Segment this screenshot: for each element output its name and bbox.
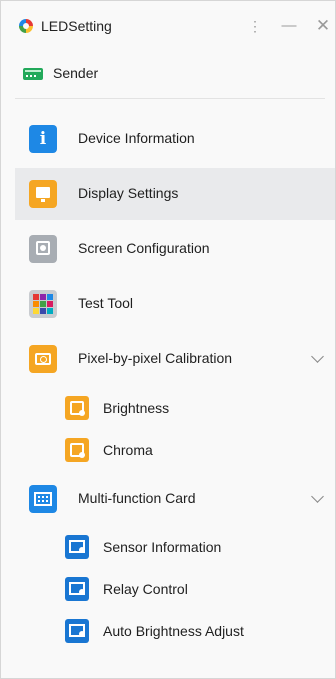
submenu-item-chroma[interactable]: Chroma (15, 430, 335, 470)
menu-item-label: Test Tool (78, 295, 133, 311)
more-options-button[interactable]: ⋮ (243, 14, 267, 38)
auto-brightness-icon (65, 619, 89, 643)
submenu-item-label: Chroma (103, 442, 153, 458)
app-title: LEDSetting (41, 18, 112, 34)
submenu-item-auto-brightness-adjust[interactable]: Auto Brightness Adjust (15, 611, 335, 651)
relay-icon (65, 577, 89, 601)
menu-item-label: Multi-function Card (78, 490, 196, 506)
menu-item-display-settings[interactable]: Display Settings (15, 168, 335, 220)
menu-item-test-tool[interactable]: Test Tool (15, 278, 335, 330)
menu-item-device-information[interactable]: i Device Information (15, 113, 335, 165)
chevron-down-icon[interactable] (311, 490, 324, 503)
app-window: LEDSetting ⋮ — ✕ Sender i Device Informa… (0, 0, 336, 679)
chroma-calibration-icon (65, 438, 89, 462)
app-logo-icon (19, 19, 33, 33)
submenu-item-label: Brightness (103, 400, 170, 416)
chevron-down-icon[interactable] (311, 350, 324, 363)
submenu-item-label: Auto Brightness Adjust (103, 623, 244, 639)
menu-item-label: Screen Configuration (78, 240, 210, 256)
menu-item-label: Device Information (78, 130, 195, 146)
menu-item-label: Pixel-by-pixel Calibration (78, 350, 233, 366)
menu-item-multi-function-card[interactable]: Multi-function Card (15, 473, 335, 525)
divider (15, 98, 325, 99)
submenu-item-brightness[interactable]: Brightness (15, 388, 335, 428)
submenu-item-sensor-information[interactable]: Sensor Information (15, 527, 335, 567)
brightness-calibration-icon (65, 396, 89, 420)
minimize-button[interactable]: — (277, 14, 301, 38)
submenu-item-relay-control[interactable]: Relay Control (15, 569, 335, 609)
card-icon (29, 485, 57, 513)
sensor-icon (65, 535, 89, 559)
test-pattern-icon (29, 290, 57, 318)
submenu-item-label: Sensor Information (103, 539, 222, 555)
submenu-item-label: Relay Control (103, 581, 188, 597)
title-bar: LEDSetting ⋮ — ✕ (1, 1, 335, 49)
sender-row[interactable]: Sender (1, 61, 335, 89)
sender-label: Sender (53, 65, 99, 81)
info-icon: i (29, 125, 57, 153)
menu-item-pixel-calibration[interactable]: Pixel-by-pixel Calibration (15, 333, 335, 385)
display-icon (29, 180, 57, 208)
menu-item-screen-configuration[interactable]: Screen Configuration (15, 223, 335, 275)
menu-item-label: Display Settings (78, 185, 179, 201)
screen-config-icon (29, 235, 57, 263)
camera-icon (29, 345, 57, 373)
sender-device-icon (23, 68, 43, 80)
close-button[interactable]: ✕ (311, 14, 335, 38)
